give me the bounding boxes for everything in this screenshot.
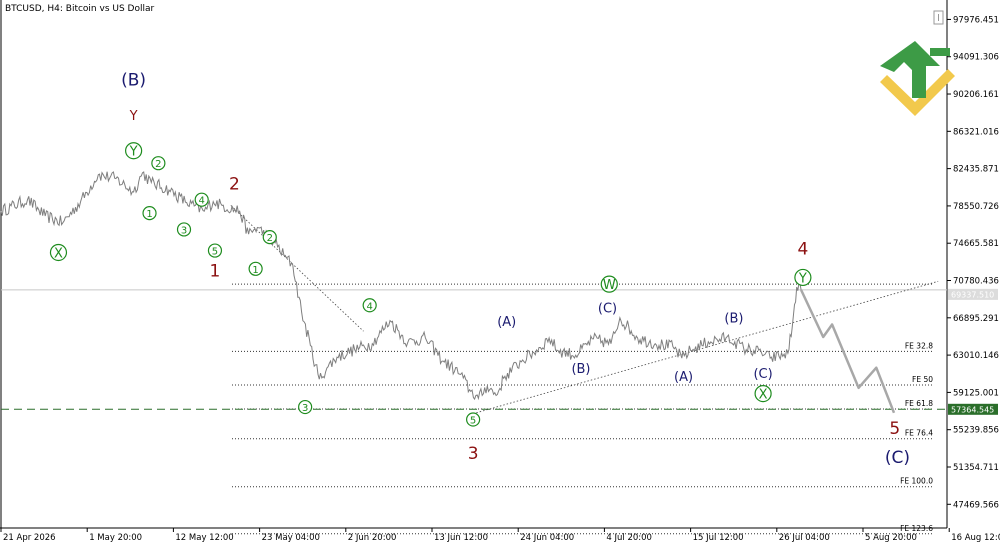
y-tick-label: 47469.566	[953, 500, 999, 510]
wave-label: 2	[267, 233, 273, 244]
y-tick-label: 97976.451	[953, 15, 999, 25]
y-tick-label: 70780.436	[953, 277, 999, 287]
wave-label: 1	[252, 265, 258, 276]
y-tick-label: 66895.291	[953, 314, 999, 324]
x-tick-label: 12 May 12:00	[175, 533, 233, 543]
wave-label: (B)	[724, 311, 743, 326]
y-tick-label: 51354.711	[953, 463, 999, 473]
wave-label: (C)	[598, 302, 617, 317]
y-tick-label: 94091.306	[953, 53, 999, 63]
x-tick-label: 5 Aug 20:00	[865, 533, 917, 543]
chart-background	[0, 0, 1000, 545]
wave-label: 5	[212, 247, 218, 258]
x-tick-label: 23 May 04:00	[262, 533, 320, 543]
wave-label: (B)	[121, 71, 146, 91]
x-tick-label: 16 Aug 12:00	[951, 533, 1000, 543]
x-tick-label: 21 Apr 2026	[3, 533, 56, 543]
wave-label: 3	[181, 225, 187, 236]
x-tick-label: 2 Jun 20:00	[348, 533, 397, 543]
wave-label: 2	[155, 159, 161, 170]
y-tick-label: 59125.001	[953, 388, 999, 398]
wave-label: 4	[199, 196, 205, 207]
scroll-toggle-icon[interactable]	[933, 10, 944, 25]
chart-root: FE 32.8 FE 50 FE 61.8 FE 76.4 FE 100.0 FE 123…	[0, 0, 1000, 545]
wave-label: (C)	[753, 367, 772, 382]
y-tick-label: 55239.856	[953, 426, 999, 436]
wave-label: 4	[797, 240, 808, 260]
wave-label: 5	[889, 419, 900, 439]
wave-label: (B)	[571, 362, 590, 377]
wave-label: 1	[146, 209, 152, 220]
wave-label: (A)	[674, 370, 693, 385]
y-tick-label: 74665.581	[953, 239, 999, 249]
y-tick-label: 82435.871	[953, 165, 999, 175]
wave-label: 3	[302, 403, 308, 414]
y-tick-label: 63010.146	[953, 351, 999, 361]
wave-label: 3	[468, 444, 479, 464]
x-tick-label: 1 May 20:00	[89, 533, 142, 543]
wave-label: (C)	[885, 448, 910, 468]
y-tick-label: 78550.726	[953, 202, 999, 212]
price-tag-label: 57364.545	[951, 405, 994, 414]
x-tick-label: 26 Jul 04:00	[779, 533, 830, 543]
fe-level-label: FE 32.8	[905, 341, 933, 350]
wave-label: X	[54, 246, 63, 261]
wave-label: 4	[366, 301, 372, 312]
fe-level-label: FE 61.8	[905, 399, 933, 408]
wave-label: 2	[229, 174, 240, 194]
wave-label: Y	[129, 109, 138, 124]
fe-level-label: FE 76.4	[905, 429, 933, 438]
wave-label: 5	[470, 416, 476, 427]
wave-label: W	[603, 278, 616, 293]
x-tick-label: 4 Jul 20:00	[606, 533, 652, 543]
wave-label: Y	[129, 145, 138, 160]
wave-label: (A)	[497, 315, 516, 330]
price-chart[interactable]: FE 32.8 FE 50 FE 61.8 FE 76.4 FE 100.0 FE 123…	[0, 0, 1000, 545]
wave-label: 1	[210, 262, 221, 282]
wave-label: Y	[798, 271, 807, 286]
fe-level-label: FE 123.6	[900, 524, 933, 533]
y-tick-label: 86321.016	[953, 127, 999, 137]
fe-level-label: FE 100.0	[900, 477, 933, 486]
price-tag-label: 69337.510	[951, 290, 994, 299]
x-tick-label: 15 Jul 12:00	[693, 533, 744, 543]
y-tick-label: 90206.161	[953, 90, 999, 100]
fe-level-label: FE 50	[912, 375, 933, 384]
wave-label: X	[759, 388, 768, 403]
x-tick-label: 13 Jun 12:00	[434, 533, 488, 543]
chart-title: BTCUSD, H4: Bitcoin vs US Dollar	[5, 4, 154, 14]
x-tick-label: 24 Jun 04:00	[520, 533, 574, 543]
